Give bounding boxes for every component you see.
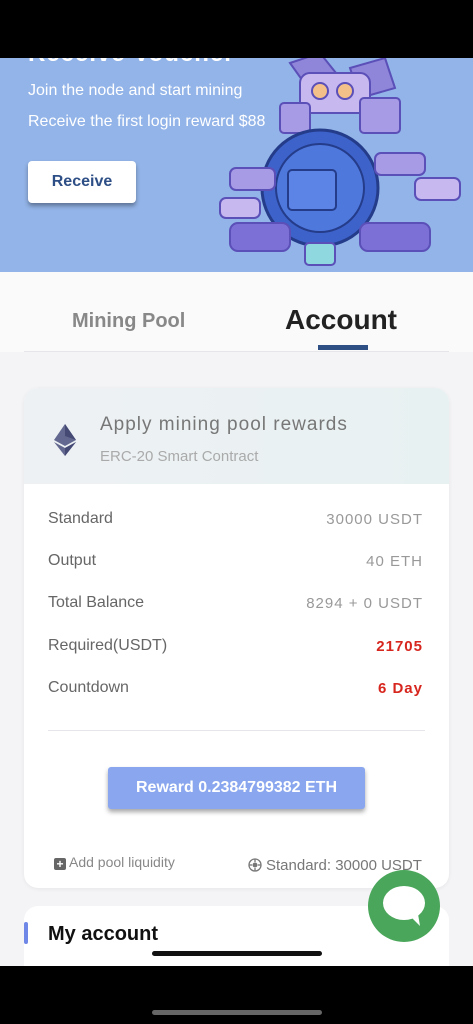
gear-badge-icon	[248, 858, 262, 872]
tabs-divider	[24, 351, 449, 352]
row-value-output: 40 ETH	[366, 553, 423, 570]
row-label-standard: Standard	[48, 510, 113, 527]
row-value-standard: 30000 USDT	[326, 511, 423, 528]
chat-bubble-icon	[383, 886, 425, 926]
chat-button[interactable]	[368, 870, 440, 942]
home-indicator	[152, 951, 322, 956]
row-label-countdown: Countdown	[48, 679, 129, 696]
bottom-bar	[0, 966, 473, 1024]
row-value-countdown: 6 Day	[377, 680, 423, 697]
receive-button[interactable]: Receive	[28, 161, 136, 203]
row-value-total-balance: 8294 + 0 USDT	[306, 595, 423, 612]
card-divider	[48, 730, 425, 731]
status-bar	[0, 0, 473, 58]
mining-pool-card: Apply mining pool rewards ERC-20 Smart C…	[24, 388, 449, 888]
my-account-title: My account	[48, 923, 159, 945]
bottom-home-indicator	[152, 1010, 322, 1015]
plus-square-icon: +	[54, 858, 66, 870]
card-header: Apply mining pool rewards ERC-20 Smart C…	[24, 388, 449, 484]
ethereum-icon	[54, 424, 76, 456]
reward-button[interactable]: Reward 0.2384799382 ETH	[108, 767, 365, 809]
promo-banner: Receive Voucher Join the node and start …	[0, 58, 473, 272]
row-label-output: Output	[48, 552, 97, 569]
row-label-total-balance: Total Balance	[48, 594, 145, 611]
tab-mining-pool[interactable]: Mining Pool	[72, 310, 185, 333]
banner-title: Receive Voucher	[28, 58, 235, 68]
add-pool-liquidity-link[interactable]: + Add pool liquidity	[54, 854, 175, 870]
card-subtitle: ERC-20 Smart Contract	[100, 448, 259, 465]
row-value-required: 21705	[376, 638, 423, 655]
card-title: Apply mining pool rewards	[100, 414, 348, 435]
robot-illustration	[219, 58, 461, 266]
active-tab-indicator	[318, 345, 368, 350]
add-pool-liquidity-label: Add pool liquidity	[69, 854, 175, 870]
row-label-required: Required(USDT)	[48, 637, 168, 654]
tab-account[interactable]: Account	[285, 304, 397, 336]
tab-bar: Mining Pool Account	[0, 272, 473, 352]
section-accent-bar	[24, 922, 28, 944]
